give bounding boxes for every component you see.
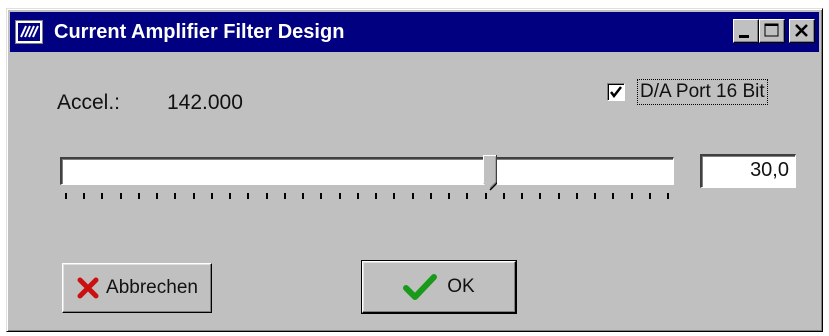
slider-tick — [156, 193, 158, 199]
app-logo-icon[interactable] — [15, 20, 43, 44]
slider-tick — [302, 193, 304, 199]
da-port-checkbox[interactable] — [607, 83, 625, 101]
slider-tick — [539, 193, 541, 199]
slider-tick — [594, 193, 596, 199]
slider-tick — [649, 193, 651, 199]
slider-tick — [631, 193, 633, 199]
minimize-button[interactable] — [733, 19, 759, 43]
slider-tick — [211, 193, 213, 199]
slider-tick — [357, 193, 359, 199]
slider-tick — [612, 193, 614, 199]
slider-tick — [375, 193, 377, 199]
slider-tick — [503, 193, 505, 199]
value-input[interactable]: 30,0 — [700, 154, 796, 188]
slider-tick — [120, 193, 122, 199]
dialog-window: Current Amplifier Filter Design Accel.: … — [6, 8, 823, 332]
accel-label: Accel.: — [57, 91, 121, 114]
slider-tick — [576, 193, 578, 199]
da-port-checkbox-row[interactable]: D/A Port 16 Bit — [607, 79, 768, 105]
x-icon — [77, 277, 99, 299]
check-icon — [403, 274, 438, 300]
slider-tick — [266, 193, 268, 199]
ok-button-label: OK — [447, 276, 475, 297]
slider-tick — [284, 193, 286, 199]
slider-tick — [466, 193, 468, 199]
slider-tick — [229, 193, 231, 199]
da-port-checkbox-label[interactable]: D/A Port 16 Bit — [637, 79, 768, 105]
window-title: Current Amplifier Filter Design — [54, 21, 345, 43]
slider-tick — [193, 193, 195, 199]
slider-tick — [83, 193, 85, 199]
checkmark-icon — [610, 86, 622, 99]
slider-tick — [247, 193, 249, 199]
slider-tick — [320, 193, 322, 199]
slider-tick — [65, 193, 67, 199]
slider-track[interactable] — [60, 157, 674, 185]
slider-tick — [101, 193, 103, 199]
cancel-button-label: Abbrechen — [106, 277, 198, 298]
slider-ticks — [65, 193, 669, 205]
slider-tick — [485, 193, 487, 199]
cancel-button[interactable]: Abbrechen — [62, 263, 212, 313]
slider-tick — [339, 193, 341, 199]
slider-tick — [138, 193, 140, 199]
slider-thumb[interactable] — [483, 155, 497, 191]
ok-button[interactable]: OK — [361, 260, 517, 314]
close-button[interactable] — [789, 19, 815, 43]
slider-tick — [393, 193, 395, 199]
slider-tick — [174, 193, 176, 199]
slider-tick — [430, 193, 432, 199]
slider-tick — [448, 193, 450, 199]
maximize-button[interactable] — [759, 19, 785, 43]
slider-tick — [412, 193, 414, 199]
title-bar[interactable]: Current Amplifier Filter Design — [10, 12, 819, 52]
slider-tick — [521, 193, 523, 199]
minimize-icon — [739, 35, 749, 38]
close-icon — [795, 24, 808, 37]
slider-tick — [667, 193, 669, 199]
slider-tick — [558, 193, 560, 199]
maximize-icon — [764, 23, 779, 37]
accel-value: 142.000 — [167, 91, 243, 114]
